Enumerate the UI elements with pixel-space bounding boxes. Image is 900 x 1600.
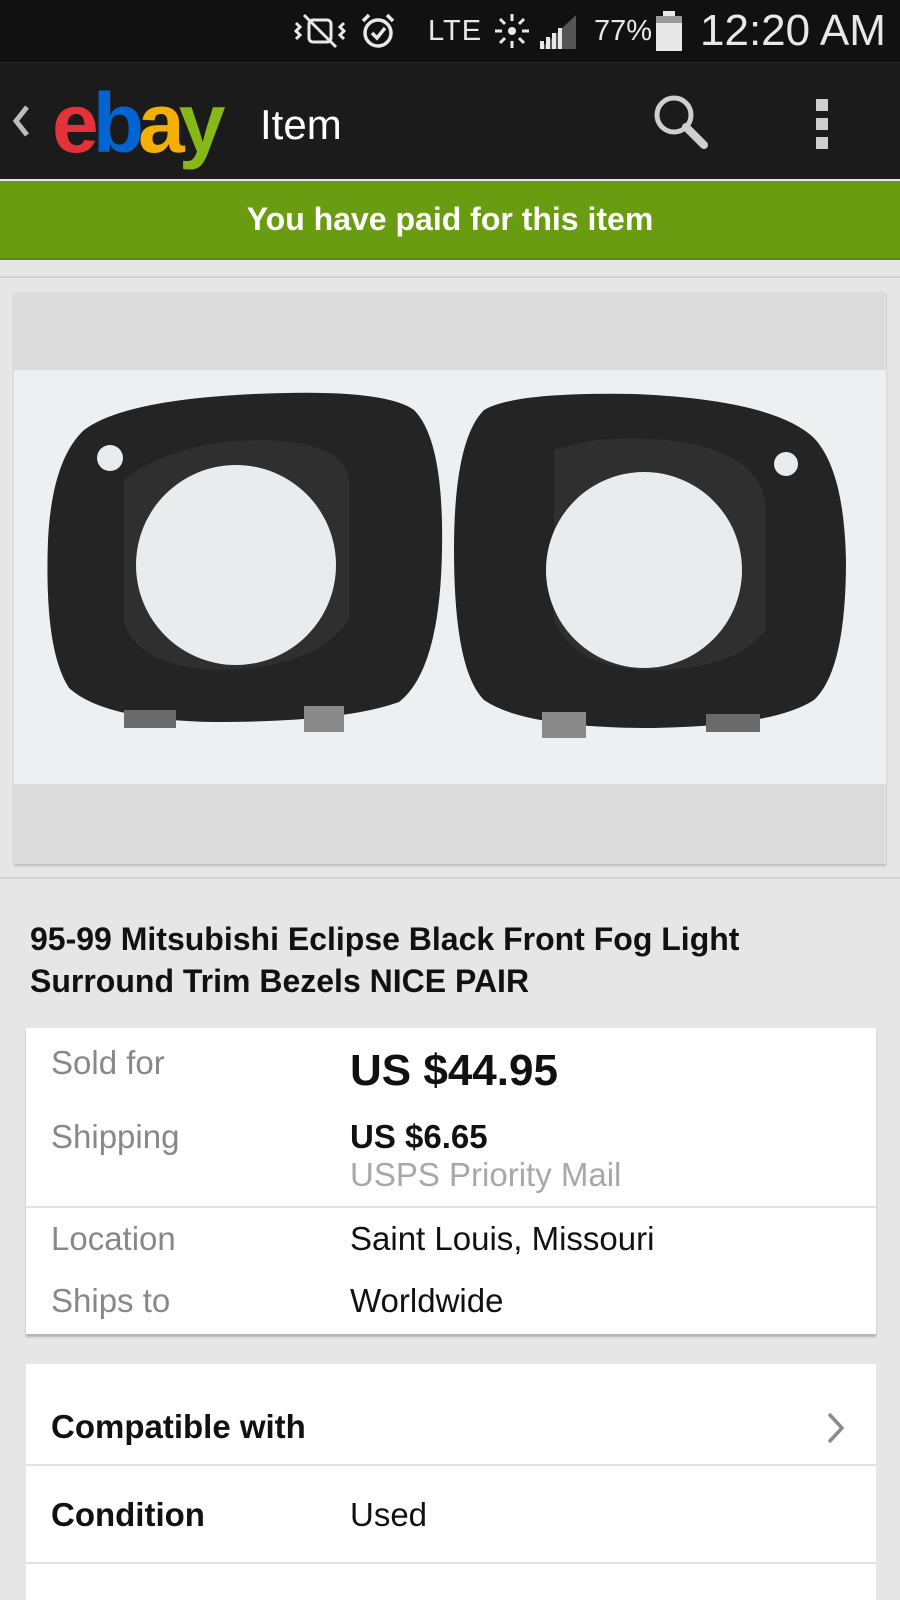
ebay-logo[interactable]: ebay [52,81,225,165]
details-card: Compatible with Condition Used [26,1364,876,1600]
condition-value: Used [350,1496,428,1533]
search-icon[interactable] [650,91,714,155]
ships-to-value: Worldwide [350,1282,504,1319]
paid-status-banner: You have paid for this item [0,181,900,260]
divider [26,1464,876,1466]
right-bezel-shape [454,393,846,738]
overflow-menu-icon[interactable] [806,91,838,155]
shipping-price: US $6.65 [350,1118,488,1155]
signal-icon [536,0,580,62]
item-title: 95-99 Mitsubishi Eclipse Black Front Fog… [30,921,740,999]
ships-to-label: Ships to [51,1282,171,1319]
sync-icon [492,0,532,62]
status-bar: LTE 77% 12:20 AM [0,0,900,62]
location-label: Location [51,1220,176,1257]
left-bezel-shape [47,392,443,732]
divider [0,276,900,278]
compatible-with-row[interactable]: Compatible with [26,1364,876,1464]
sold-price: US $44.95 [350,1046,558,1095]
screen-title: Item [260,101,342,148]
item-photo-frame[interactable] [14,292,886,864]
alarm-icon [358,0,402,62]
battery-percent: 77% [594,14,653,47]
mute-vibrate-icon [290,0,350,62]
compatible-with-label: Compatible with [51,1408,306,1445]
back-chevron-icon[interactable] [10,101,32,141]
condition-label: Condition [51,1496,205,1533]
shipping-label: Shipping [51,1118,180,1155]
clock: 12:20 AM [700,6,886,55]
divider [26,1206,876,1208]
item-photo[interactable] [14,370,886,784]
shipping-method: USPS Priority Mail [350,1156,622,1193]
price-card: Sold for US $44.95 Shipping US $6.65 USP… [26,1028,876,1334]
location-value: Saint Louis, Missouri [350,1220,655,1257]
divider [26,1562,876,1564]
battery-icon [654,0,686,62]
chevron-right-icon [824,1408,848,1448]
action-bar: ebay Item [0,62,900,179]
sold-for-label: Sold for [51,1044,165,1081]
divider [0,877,900,879]
network-type: LTE [428,14,483,47]
